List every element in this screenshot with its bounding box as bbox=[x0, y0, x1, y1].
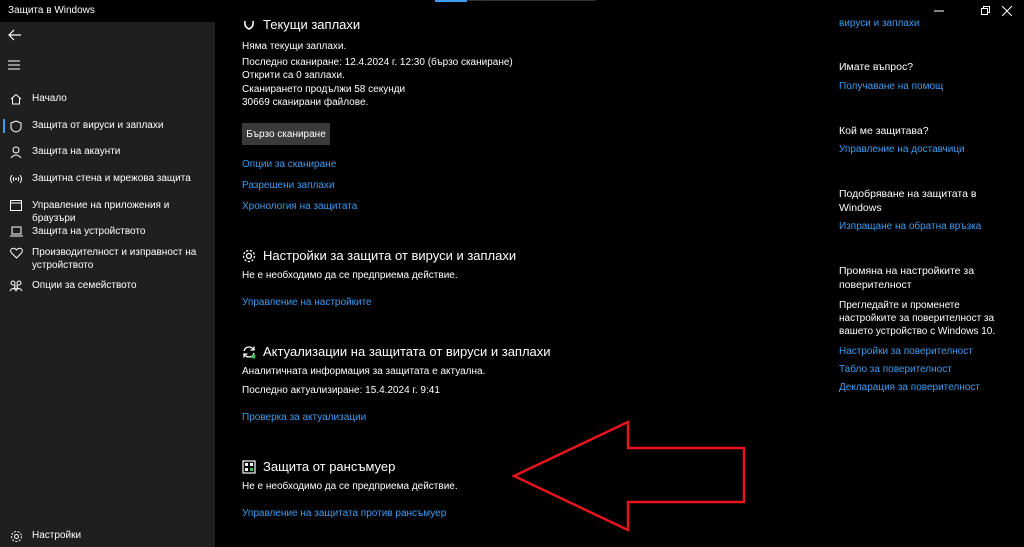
sync-icon bbox=[242, 345, 256, 359]
who-protects-heading: Кой ме защитава? bbox=[839, 125, 929, 137]
sidebar-item-app-browser[interactable]: Управление на приложения и браузъри bbox=[0, 199, 215, 225]
sidebar-item-label: Защита от вируси и заплахи bbox=[32, 120, 164, 131]
gear-icon bbox=[0, 529, 32, 543]
scan-options-link[interactable]: Опции за сканиране bbox=[242, 159, 336, 170]
sidebar-item-family-options[interactable]: Опции за семейството bbox=[0, 279, 215, 292]
app-browser-icon bbox=[0, 199, 32, 211]
heart-icon bbox=[0, 246, 32, 259]
sidebar: Начало Защита от вируси и заплахи Защита… bbox=[0, 22, 215, 547]
sidebar-item-firewall[interactable]: Защитна стена и мрежова защита bbox=[0, 172, 215, 185]
ransomware-icon bbox=[242, 459, 256, 474]
sidebar-item-label: Защита на акаунти bbox=[32, 146, 121, 157]
laptop-icon bbox=[0, 225, 32, 237]
person-icon bbox=[0, 145, 32, 158]
sidebar-item-label: Управление на приложения и браузъри bbox=[32, 200, 170, 224]
sidebar-item-device-security[interactable]: Защита на устройството bbox=[0, 225, 215, 238]
back-arrow-icon bbox=[8, 29, 21, 41]
back-button[interactable] bbox=[8, 28, 22, 42]
hamburger-icon bbox=[8, 60, 20, 70]
minimize-icon bbox=[934, 10, 944, 12]
improve-security-heading: Подобряване на защитата в Windows bbox=[839, 188, 977, 214]
quick-scan-button[interactable]: Бързо сканиране bbox=[242, 123, 330, 145]
ransomware-status: Не е необходимо да се предприема действи… bbox=[242, 481, 458, 492]
privacy-statement-link[interactable]: Декларация за поверителност bbox=[839, 381, 1019, 394]
manage-settings-link[interactable]: Управление на настройките bbox=[242, 297, 372, 308]
ransomware-heading: Защита от рансъмуер bbox=[242, 459, 395, 474]
settings-label: Настройки bbox=[32, 530, 82, 541]
files-scanned-text: 30669 сканирани файлове. bbox=[242, 97, 369, 108]
wifi-icon bbox=[0, 172, 32, 185]
manage-providers-link[interactable]: Управление на доставчици bbox=[839, 143, 1019, 156]
current-threats-title: Текущи заплахи bbox=[263, 17, 361, 32]
sidebar-item-settings[interactable]: Настройки bbox=[0, 529, 215, 543]
scan-duration-text: Сканирането продължи 58 секунди bbox=[242, 84, 406, 95]
sidebar-item-home[interactable]: Начало bbox=[0, 92, 215, 105]
privacy-heading: Промяна на настройките за поверителност bbox=[839, 265, 975, 291]
settings-gear-icon bbox=[242, 249, 256, 263]
privacy-dashboard-link[interactable]: Табло за поверителност bbox=[839, 363, 1019, 376]
protection-updates-title: Актуализации на защитата от вируси и зап… bbox=[263, 344, 551, 359]
get-help-link[interactable]: Получаване на помощ bbox=[839, 80, 1019, 93]
protection-settings-heading: Настройки за защита от вируси и заплахи bbox=[242, 248, 516, 263]
protection-history-link[interactable]: Хронология на защитата bbox=[242, 201, 357, 212]
menu-button[interactable] bbox=[8, 60, 20, 70]
sidebar-item-label: Опции за семейството bbox=[32, 280, 137, 291]
check-updates-link[interactable]: Проверка за актуализации bbox=[242, 412, 366, 423]
intelligence-status-text: Аналитичната информация за защитата е ак… bbox=[242, 366, 486, 377]
sidebar-item-account-protection[interactable]: Защита на акаунти bbox=[0, 145, 215, 158]
home-icon bbox=[0, 92, 32, 105]
send-feedback-link[interactable]: Изпращане на обратна връзка bbox=[839, 220, 1019, 233]
annotation-arrow-icon bbox=[512, 420, 746, 532]
last-scan-text: Последно сканиране: 12.4.2024 г. 12:30 (… bbox=[242, 57, 513, 68]
shield-icon bbox=[0, 119, 32, 133]
close-icon bbox=[1002, 6, 1012, 16]
allowed-threats-link[interactable]: Разрешени заплахи bbox=[242, 180, 335, 191]
threats-found-text: Открити са 0 заплахи. bbox=[242, 70, 345, 81]
sidebar-item-label: Начало bbox=[32, 93, 67, 104]
current-threats-heading: Текущи заплахи bbox=[242, 17, 360, 32]
family-icon bbox=[0, 279, 32, 292]
sidebar-item-virus-protection[interactable]: Защита от вируси и заплахи bbox=[0, 119, 215, 133]
last-update-text: Последно актуализиране: 15.4.2024 г. 9:4… bbox=[242, 385, 440, 396]
protection-updates-heading: Актуализации на защитата от вируси и зап… bbox=[242, 344, 551, 359]
window-title: Защита в Windows bbox=[8, 5, 95, 16]
restore-icon bbox=[981, 6, 990, 15]
privacy-description: Прегледайте и променете настройките за п… bbox=[839, 300, 996, 337]
sidebar-item-device-health[interactable]: Производителност и изправност на устройс… bbox=[0, 246, 215, 272]
scroll-indicator bbox=[435, 0, 467, 2]
manage-ransomware-link[interactable]: Управление на защитата против рансъмуер bbox=[242, 508, 446, 519]
no-threats-text: Няма текущи заплахи. bbox=[242, 41, 347, 52]
protection-settings-status: Не е необходимо да се предприема действи… bbox=[242, 270, 458, 281]
refresh-shield-icon bbox=[242, 18, 256, 32]
privacy-settings-link[interactable]: Настройки за поверителност bbox=[839, 345, 1019, 358]
question-heading: Имате въпрос? bbox=[839, 61, 914, 73]
sidebar-item-label: Производителност и изправност на устройс… bbox=[32, 247, 197, 271]
scroll-track bbox=[468, 0, 596, 1]
sidebar-item-label: Защита на устройството bbox=[32, 226, 146, 237]
sidebar-item-label: Защитна стена и мрежова защита bbox=[32, 173, 191, 184]
virus-threats-link[interactable]: вируси и заплахи bbox=[839, 17, 1019, 30]
ransomware-title: Защита от рансъмуер bbox=[263, 459, 396, 474]
protection-settings-title: Настройки за защита от вируси и заплахи bbox=[263, 248, 517, 263]
